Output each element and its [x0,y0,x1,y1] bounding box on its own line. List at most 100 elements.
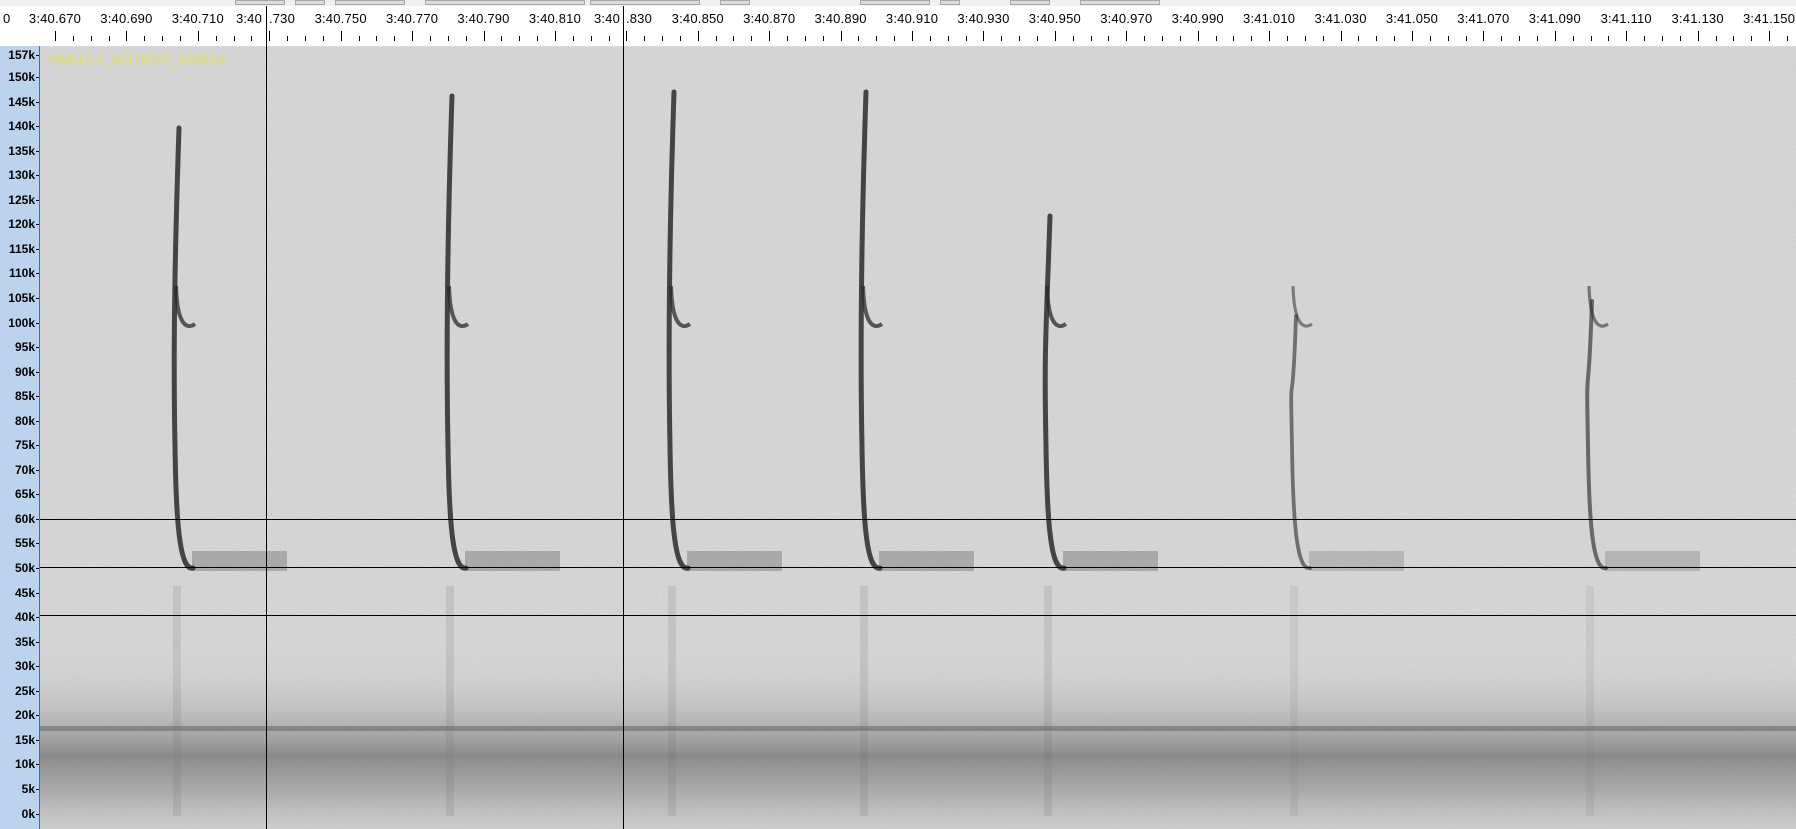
time-tick-minor [1716,36,1717,41]
time-tick-major [341,31,342,41]
time-tick-label: 3:41.110 [1600,11,1652,26]
frequency-tick-label: 70k [14,462,35,477]
time-tick-minor [573,36,574,41]
time-tick-minor [930,36,931,41]
time-tick-minor [394,36,395,41]
frequency-tick [36,249,39,250]
selection-start-marker[interactable] [266,6,267,46]
time-tick-minor [1751,36,1752,41]
call-streak [668,586,676,816]
time-tick-major [55,31,56,41]
time-tick-major [1341,31,1342,41]
frequency-tick-label: 90k [14,364,35,379]
frequency-axis[interactable]: 157k 150k 145k 140k 135k 130k 125k 120k 115k 110k… [0,46,40,829]
call-streak [860,586,868,816]
time-tick-major [1626,31,1627,41]
time-tick-minor [1448,36,1449,41]
call-streak [173,586,181,816]
echo-smear [1309,551,1404,571]
frequency-tick [36,126,39,127]
call-streak [1044,586,1052,816]
frequency-tick-label: 125k [8,192,35,207]
time-tick-major [841,31,842,41]
time-tick-minor [73,36,74,41]
frequency-tick-label: 10k [14,757,35,772]
time-ruler[interactable]: 0 3:40.670 3:40.690 3:40.710 3:40.750 3:40.7… [0,6,1796,49]
frequency-tick [36,666,39,667]
time-tick-minor [1251,36,1252,41]
time-tick-major [1769,31,1770,41]
time-tick-minor [787,36,788,41]
time-tick-major [1412,31,1413,41]
toolbar-control[interactable] [1080,0,1160,5]
toolbar-control[interactable] [295,0,325,5]
time-tick-label: 3:40.750 [314,11,367,26]
time-tick-minor [1358,36,1359,41]
time-tick-label: 3:40.970 [1100,11,1153,26]
time-tick-minor [858,36,859,41]
frequency-tick-label: 15k [14,732,35,747]
time-tick-minor [1073,36,1074,41]
time-tick-major [626,31,627,41]
frequency-marker-line[interactable] [40,519,1796,520]
time-tick-label: 3:41.010 [1243,11,1296,26]
file-name-label: PAR17-1_20170707_220014 [50,52,225,67]
time-tick-minor [305,36,306,41]
time-tick-minor [948,36,949,41]
frequency-tick-label: 135k [8,143,35,158]
time-tick-label: 3:40.930 [957,11,1010,26]
time-tick-minor [1305,36,1306,41]
time-tick-minor [1591,36,1592,41]
frequency-tick [36,593,39,594]
time-tick-minor [216,36,217,41]
selection-end-marker[interactable] [623,6,624,46]
time-tick-minor [751,36,752,41]
frequency-tick [36,617,39,618]
time-tick-minor [1019,36,1020,41]
frequency-tick [36,568,39,569]
selection-end-line[interactable] [623,46,624,829]
frequency-tick [36,445,39,446]
toolbar-control[interactable] [940,0,960,5]
time-tick-label: 3:40.890 [814,11,867,26]
selection-start-line[interactable] [266,46,267,829]
time-tick-minor [1287,36,1288,41]
frequency-tick-label: 45k [14,585,35,600]
time-tick-minor [1180,36,1181,41]
frequency-tick [36,543,39,544]
toolbar-control[interactable] [1010,0,1050,5]
time-tick-minor [91,36,92,41]
time-tick-label: 3:40 [593,11,621,26]
frequency-tick-label: 50k [14,561,35,575]
toolbar-control[interactable] [425,0,585,5]
frequency-tick-label: 20k [14,708,35,723]
frequency-tick-label: 150k [8,70,35,84]
toolbar-control[interactable] [235,0,285,5]
time-tick-minor [1037,36,1038,41]
frequency-tick-label: 130k [8,168,35,183]
time-tick-label: 3:40.990 [1171,11,1224,26]
toolbar-control[interactable] [590,0,700,5]
time-tick-label: 3:40.810 [528,11,582,26]
frequency-tick [36,273,39,274]
toolbar-control[interactable] [720,0,750,5]
time-tick-major [698,31,699,41]
call-streak [1586,586,1594,816]
toolbar-control[interactable] [335,0,405,5]
frequency-tick [36,175,39,176]
toolbar-control[interactable] [860,0,930,5]
frequency-tick [36,347,39,348]
time-tick-label: 3:40.770 [385,11,439,26]
frequency-marker-line[interactable] [40,615,1796,616]
frequency-tick [36,740,39,741]
frequency-marker-line[interactable] [40,567,1796,568]
time-tick-minor [591,36,592,41]
frequency-tick [36,224,39,225]
spectrogram-view[interactable]: PAR17-1_20170707_220014 [40,46,1796,829]
time-tick-label: 3:40.910 [885,11,939,26]
time-tick-minor [1573,36,1574,41]
frequency-tick-label: 60k [14,511,35,526]
time-tick-minor [1001,36,1002,41]
time-tick-minor [1430,36,1431,41]
time-tick-major [912,31,913,41]
